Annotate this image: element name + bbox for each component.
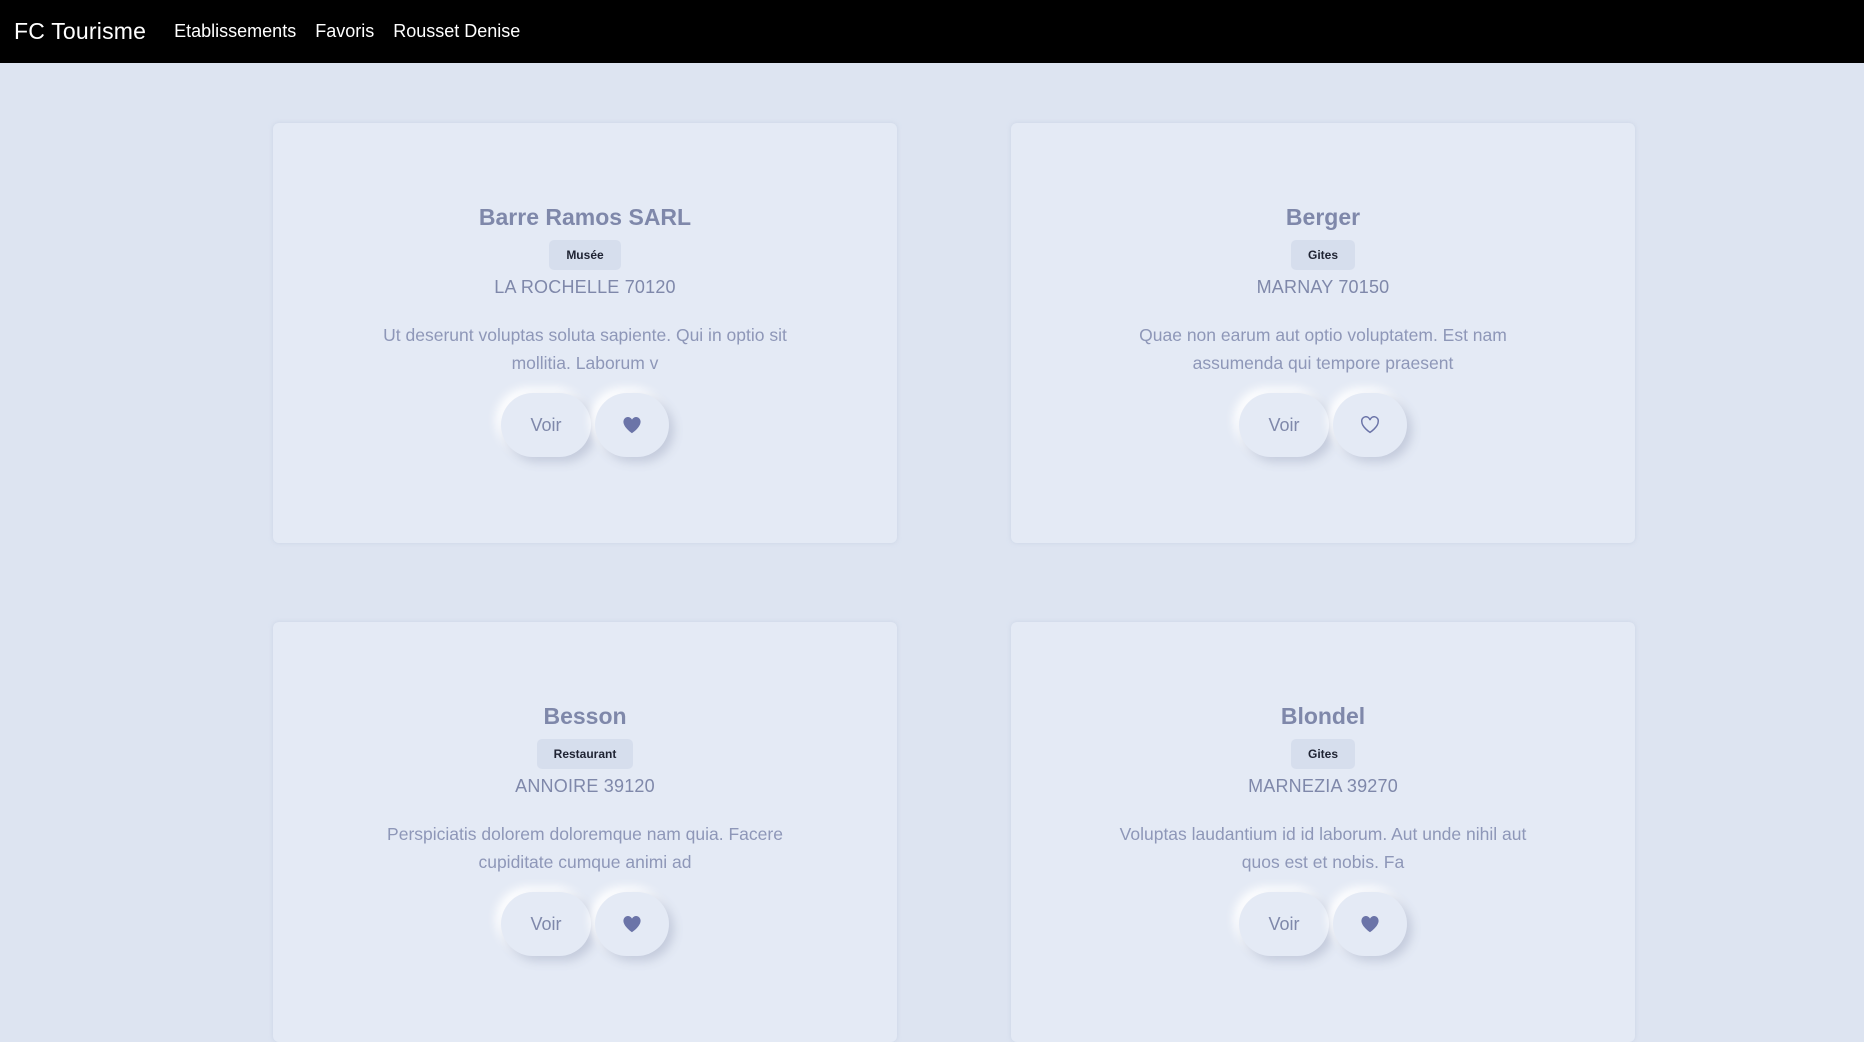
nav-link-user-profile[interactable]: Rousset Denise <box>393 21 520 42</box>
card-actions: Voir <box>1239 892 1407 956</box>
card-actions: Voir <box>1239 393 1407 457</box>
establishment-card: Blondel Gites MARNEZIA 39270 Voluptas la… <box>1011 622 1635 1042</box>
card-description: Ut deserunt voluptas soluta sapiente. Qu… <box>383 325 787 373</box>
brand-logo[interactable]: FC Tourisme <box>14 18 146 45</box>
favorite-button[interactable] <box>1333 393 1407 457</box>
category-badge: Musée <box>549 240 621 270</box>
card-address: LA ROCHELLE 70120 <box>494 277 676 297</box>
view-button[interactable]: Voir <box>1239 393 1329 457</box>
heart-outline-icon <box>1360 416 1380 434</box>
favorite-button[interactable] <box>595 393 669 457</box>
card-actions: Voir <box>501 892 669 956</box>
view-button[interactable]: Voir <box>501 393 591 457</box>
nav-link-etablissements[interactable]: Etablissements <box>174 21 296 42</box>
category-badge: Restaurant <box>536 739 634 769</box>
card-title: Barre Ramos SARL <box>478 204 692 230</box>
card-address: MARNEZIA 39270 <box>1248 776 1398 796</box>
nav-link-favoris[interactable]: Favoris <box>315 21 374 42</box>
heart-filled-icon <box>622 416 642 434</box>
establishment-card: Besson Restaurant ANNOIRE 39120 Perspici… <box>273 622 897 1042</box>
establishment-card: Barre Ramos SARL Musée LA ROCHELLE 70120… <box>273 123 897 543</box>
heart-filled-icon <box>1360 915 1380 933</box>
category-badge: Gites <box>1290 739 1355 769</box>
card-description: Quae non earum aut optio voluptatem. Est… <box>1139 325 1507 373</box>
top-navbar: FC Tourisme Etablissements Favoris Rouss… <box>0 0 1864 63</box>
favorite-button[interactable] <box>1333 892 1407 956</box>
card-actions: Voir <box>501 393 669 457</box>
view-button[interactable]: Voir <box>1239 892 1329 956</box>
card-title: Blondel <box>1280 703 1366 729</box>
card-title: Besson <box>543 703 627 729</box>
card-address: MARNAY 70150 <box>1256 277 1390 297</box>
card-description: Voluptas laudantium id id laborum. Aut u… <box>1119 824 1527 872</box>
favorite-button[interactable] <box>595 892 669 956</box>
category-badge: Gites <box>1290 240 1355 270</box>
heart-filled-icon <box>622 915 642 933</box>
card-title: Berger <box>1285 204 1361 230</box>
establishment-card: Berger Gites MARNAY 70150 Quae non earum… <box>1011 123 1635 543</box>
view-button[interactable]: Voir <box>501 892 591 956</box>
card-description: Perspiciatis dolorem doloremque nam quia… <box>387 824 783 872</box>
card-address: ANNOIRE 39120 <box>515 776 655 796</box>
